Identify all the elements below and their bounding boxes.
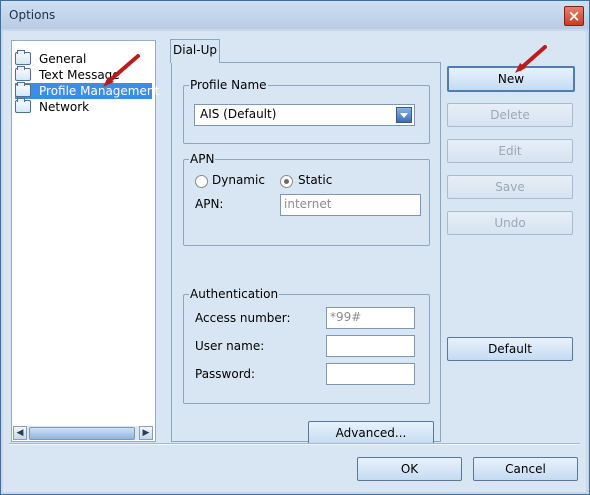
folder-icon [15, 50, 31, 65]
profile-name-select[interactable]: AIS (Default) [194, 104, 415, 126]
options-dialog: Options × General Text Message Profile M… [0, 0, 590, 495]
advanced-button[interactable]: Advanced... [308, 421, 434, 445]
close-icon: × [567, 7, 581, 25]
profile-name-group: Profile Name AIS (Default) [183, 78, 430, 144]
undo-button[interactable]: Undo [447, 211, 573, 235]
tree-horizontal-scrollbar[interactable]: ◀ ▶ [13, 426, 153, 440]
password-label: Password: [195, 367, 256, 381]
static-radio[interactable] [280, 175, 293, 188]
title-bar: Options × [1, 1, 589, 29]
window-title: Options [9, 8, 56, 22]
dialog-separator [9, 443, 580, 445]
chevron-right-icon: ▶ [142, 428, 150, 438]
red-pointer-arrow-icon [103, 54, 140, 87]
scroll-right-arrow[interactable]: ▶ [139, 426, 153, 440]
tree-item-general[interactable]: General [15, 50, 87, 67]
password-input[interactable] [326, 363, 415, 385]
profile-name-value: AIS (Default) [200, 107, 277, 121]
category-tree: General Text Message Profile Management … [11, 40, 159, 442]
dropdown-button[interactable] [396, 107, 412, 123]
apn-input[interactable]: internet [280, 194, 421, 216]
folder-icon [15, 82, 31, 97]
dialog-client: General Text Message Profile Management … [3, 31, 586, 492]
edit-button[interactable]: Edit [447, 139, 573, 163]
apn-legend: APN [189, 152, 216, 166]
folder-icon [15, 98, 31, 113]
tab-dial-up[interactable]: Dial-Up [170, 39, 220, 63]
chevron-left-icon: ◀ [16, 428, 24, 438]
access-number-input[interactable]: *99# [326, 307, 415, 329]
authentication-legend: Authentication [189, 287, 280, 301]
tree-item-label: General [39, 52, 87, 66]
red-pointer-arrow-icon [515, 45, 547, 73]
tree-item-label: Network [39, 100, 90, 114]
tree-item-network[interactable]: Network [15, 98, 90, 115]
dial-up-panel: Profile Name AIS (Default) APN Dynamic S… [171, 62, 441, 445]
authentication-group: Authentication Access number: *99# User … [183, 287, 430, 404]
apn-group: APN Dynamic Static APN: internet [183, 152, 430, 246]
default-button[interactable]: Default [447, 337, 573, 361]
scroll-left-arrow[interactable]: ◀ [13, 426, 27, 440]
dynamic-label: Dynamic [212, 173, 265, 187]
save-button[interactable]: Save [447, 175, 573, 199]
user-name-label: User name: [195, 339, 265, 353]
ok-button[interactable]: OK [357, 457, 462, 481]
cancel-button[interactable]: Cancel [473, 457, 578, 481]
static-label: Static [298, 173, 333, 187]
folder-icon [15, 66, 31, 81]
user-name-input[interactable] [326, 335, 415, 357]
apn-label: APN: [195, 197, 224, 211]
profile-name-legend: Profile Name [189, 78, 268, 92]
access-number-label: Access number: [195, 311, 291, 325]
close-button[interactable]: × [564, 6, 584, 26]
scroll-thumb[interactable] [29, 427, 135, 440]
dynamic-radio[interactable] [195, 175, 208, 188]
delete-button[interactable]: Delete [447, 103, 573, 127]
